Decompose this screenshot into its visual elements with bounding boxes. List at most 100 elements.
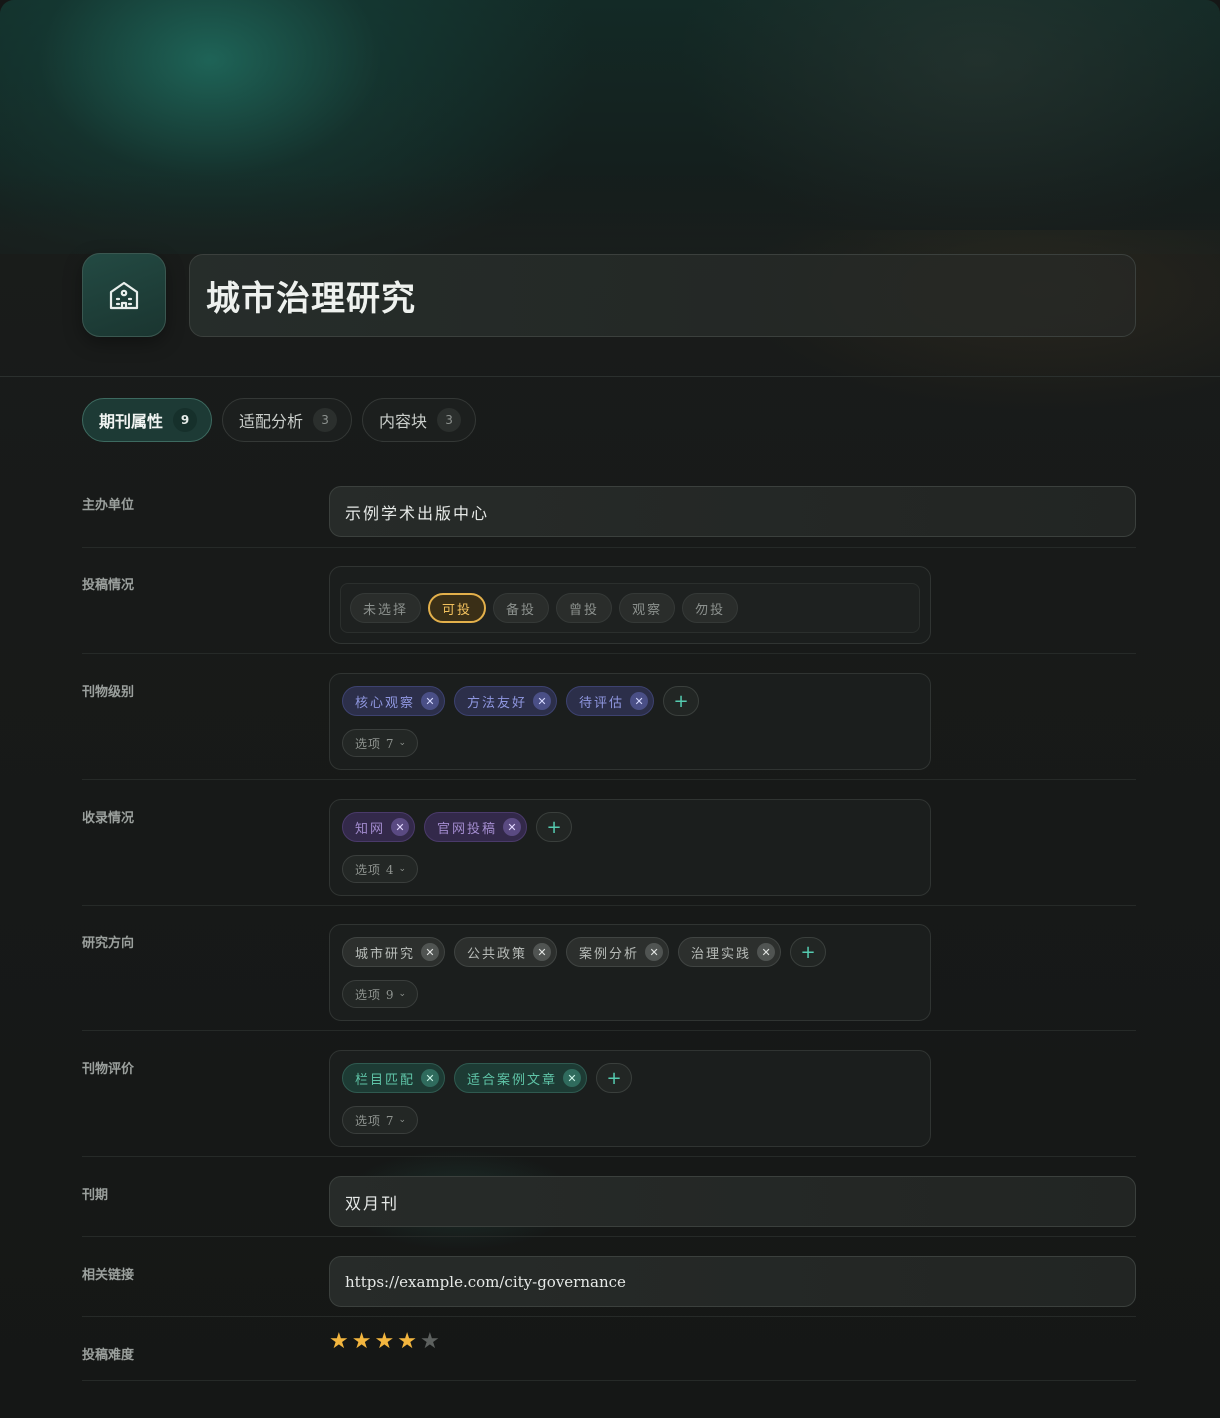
tag-label: 待评估 xyxy=(579,695,625,711)
field-label: 主办单位 xyxy=(82,498,135,513)
options-dropdown[interactable]: 选项 7 ⌄ xyxy=(342,729,418,757)
field-row-link: 相关链接 https://example.com/city-governance xyxy=(82,1256,1136,1317)
remove-icon[interactable]: ✕ xyxy=(533,943,552,961)
indexing-tag-group: 知网 ✕ 官网投稿 ✕ + 选项 4 ⌄ xyxy=(329,799,931,896)
option-watching[interactable]: 观察 xyxy=(619,593,676,623)
period-input[interactable]: 双月刊 xyxy=(329,1176,1136,1227)
add-tag-button[interactable]: + xyxy=(536,812,573,842)
plus-icon: + xyxy=(800,941,816,963)
tag-list: 核心观察 ✕ 方法友好 ✕ 待评估 ✕ + xyxy=(342,686,700,716)
field-row-difficulty: 投稿难度 ★ ★ ★ ★ ★ xyxy=(82,1331,1136,1381)
remove-icon[interactable]: ✕ xyxy=(563,1069,582,1087)
chevron-down-icon: ⌄ xyxy=(398,1115,407,1125)
remove-icon[interactable]: ✕ xyxy=(503,818,522,836)
star-filled-icon[interactable]: ★ xyxy=(329,1331,349,1353)
submission-status-selector: 未选择 可投 备投 曾投 观察 勿投 xyxy=(329,566,931,644)
field-row-period: 刊期 双月刊 xyxy=(82,1176,1136,1237)
tag-label: 栏目匹配 xyxy=(355,1072,416,1088)
options-dropdown[interactable]: 选项 9 ⌄ xyxy=(342,980,418,1008)
options-dropdown[interactable]: 选项 4 ⌄ xyxy=(342,855,418,883)
options-dropdown[interactable]: 选项 7 ⌄ xyxy=(342,1106,418,1134)
tag-list: 知网 ✕ 官网投稿 ✕ + xyxy=(342,812,573,842)
tag-chip: 待评估 ✕ xyxy=(566,686,655,716)
field-label: 研究方向 xyxy=(82,936,135,951)
remove-icon[interactable]: ✕ xyxy=(391,818,410,836)
link-input[interactable]: https://example.com/city-governance xyxy=(329,1256,1136,1307)
options-label: 选项 7 xyxy=(355,1113,395,1128)
tag-label: 官网投稿 xyxy=(437,821,498,837)
tag-chip: 案例分析 ✕ xyxy=(566,937,670,967)
options-label: 选项 9 xyxy=(355,987,395,1002)
tag-label: 知网 xyxy=(355,821,386,837)
tab-journal-attributes[interactable]: 期刊属性 9 xyxy=(82,398,213,442)
research-tag-group: 城市研究 ✕ 公共政策 ✕ 案例分析 ✕ 治理实践 ✕ + 选项 9 ⌄ xyxy=(329,924,931,1021)
add-tag-button[interactable]: + xyxy=(596,1063,633,1093)
option-unselected[interactable]: 未选择 xyxy=(350,593,422,623)
building-icon xyxy=(109,281,139,310)
tag-chip: 栏目匹配 ✕ xyxy=(342,1063,446,1093)
tab-bar: 期刊属性 9 适配分析 3 内容块 3 xyxy=(82,398,477,442)
option-available-selected[interactable]: 可投 xyxy=(428,593,487,623)
tab-count-badge: 3 xyxy=(437,408,462,432)
tag-label: 治理实践 xyxy=(691,946,752,962)
tag-list: 城市研究 ✕ 公共政策 ✕ 案例分析 ✕ 治理实践 ✕ + xyxy=(342,937,827,967)
plus-icon: + xyxy=(673,690,689,712)
tab-label: 期刊属性 xyxy=(99,412,164,431)
sponsor-input[interactable]: 示例学术出版中心 xyxy=(329,486,1136,537)
tab-label: 内容块 xyxy=(379,412,428,431)
tag-label: 方法友好 xyxy=(467,695,528,711)
segmented-control: 未选择 可投 备投 曾投 观察 勿投 xyxy=(340,583,920,633)
options-label: 选项 4 xyxy=(355,862,395,877)
evaluation-tag-group: 栏目匹配 ✕ 适合案例文章 ✕ + 选项 7 ⌄ xyxy=(329,1050,931,1147)
tab-content-blocks[interactable]: 内容块 3 xyxy=(362,398,477,442)
remove-icon[interactable]: ✕ xyxy=(533,692,552,710)
journal-icon-button[interactable] xyxy=(82,253,166,337)
option-avoid[interactable]: 勿投 xyxy=(682,593,739,623)
tag-label: 适合案例文章 xyxy=(467,1072,558,1088)
level-tag-group: 核心观察 ✕ 方法友好 ✕ 待评估 ✕ + 选项 7 ⌄ xyxy=(329,673,931,770)
chevron-down-icon: ⌄ xyxy=(398,738,407,748)
field-label: 刊物级别 xyxy=(82,685,135,700)
remove-icon[interactable]: ✕ xyxy=(645,943,664,961)
options-label: 选项 7 xyxy=(355,736,395,751)
remove-icon[interactable]: ✕ xyxy=(421,943,440,961)
remove-icon[interactable]: ✕ xyxy=(630,692,649,710)
field-label: 刊期 xyxy=(82,1188,109,1203)
tag-chip: 适合案例文章 ✕ xyxy=(454,1063,588,1093)
remove-icon[interactable]: ✕ xyxy=(757,943,776,961)
cover-banner xyxy=(0,0,1220,254)
option-submitted-before[interactable]: 曾投 xyxy=(556,593,613,623)
field-label: 投稿难度 xyxy=(82,1348,135,1363)
star-filled-icon[interactable]: ★ xyxy=(374,1331,394,1353)
star-filled-icon[interactable]: ★ xyxy=(352,1331,372,1353)
tag-label: 核心观察 xyxy=(355,695,416,711)
field-row-evaluation: 刊物评价 栏目匹配 ✕ 适合案例文章 ✕ + 选项 7 ⌄ xyxy=(82,1050,1136,1157)
remove-icon[interactable]: ✕ xyxy=(421,692,440,710)
tab-count-badge: 9 xyxy=(173,408,198,432)
plus-icon: + xyxy=(606,1067,622,1089)
field-label: 投稿情况 xyxy=(82,578,135,593)
journal-title-field[interactable]: 城市治理研究 xyxy=(189,254,1136,337)
tag-chip: 公共政策 ✕ xyxy=(454,937,558,967)
tag-label: 城市研究 xyxy=(355,946,416,962)
difficulty-rating[interactable]: ★ ★ ★ ★ ★ xyxy=(329,1331,440,1353)
tab-fit-analysis[interactable]: 适配分析 3 xyxy=(222,398,353,442)
field-label: 相关链接 xyxy=(82,1268,135,1283)
star-empty-icon[interactable]: ★ xyxy=(420,1331,440,1353)
tag-chip: 知网 ✕ xyxy=(342,812,416,842)
tag-chip: 城市研究 ✕ xyxy=(342,937,446,967)
header-divider xyxy=(0,376,1220,377)
add-tag-button[interactable]: + xyxy=(663,686,700,716)
add-tag-button[interactable]: + xyxy=(790,937,827,967)
tag-label: 案例分析 xyxy=(579,946,640,962)
tab-label: 适配分析 xyxy=(239,412,304,431)
star-filled-icon[interactable]: ★ xyxy=(397,1331,417,1353)
remove-icon[interactable]: ✕ xyxy=(421,1069,440,1087)
tag-label: 公共政策 xyxy=(467,946,528,962)
field-row-level: 刊物级别 核心观察 ✕ 方法友好 ✕ 待评估 ✕ + 选项 7 ⌄ xyxy=(82,673,1136,780)
journal-detail-page: 城市治理研究 期刊属性 9 适配分析 3 内容块 3 主办单位 示例学术出版中心… xyxy=(0,0,1220,1418)
plus-icon: + xyxy=(546,816,562,838)
option-backup[interactable]: 备投 xyxy=(493,593,550,623)
field-row-research: 研究方向 城市研究 ✕ 公共政策 ✕ 案例分析 ✕ 治理实践 ✕ + 选项 9 ⌄ xyxy=(82,924,1136,1031)
field-label: 收录情况 xyxy=(82,811,135,826)
